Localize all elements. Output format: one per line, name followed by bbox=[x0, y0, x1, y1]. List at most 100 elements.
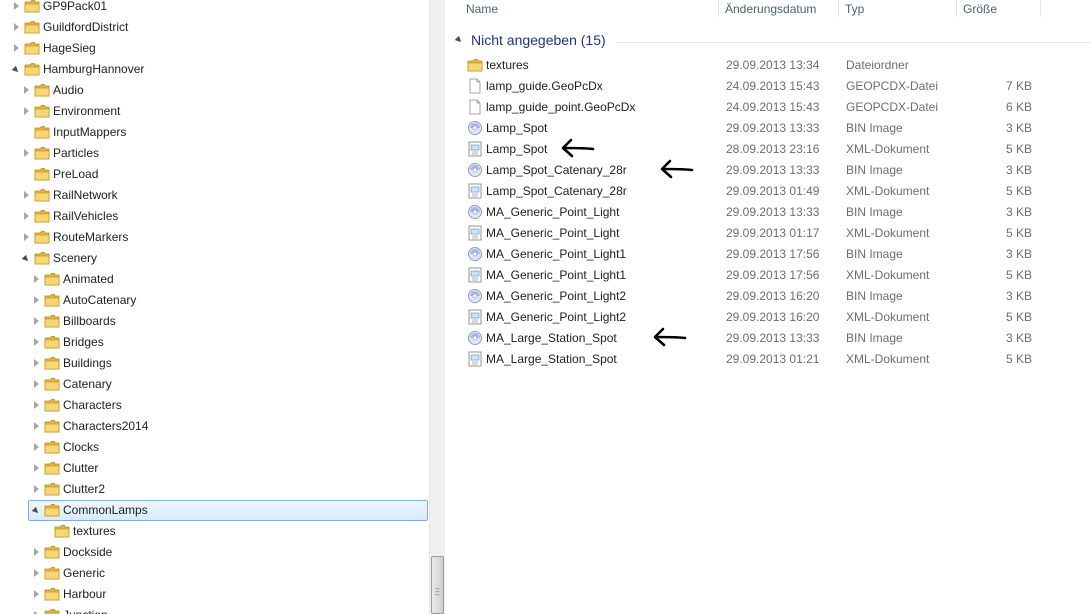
folder-icon bbox=[44, 397, 60, 413]
file-row[interactable]: MA_Generic_Point_Light1 29.09.2013 17:56 B… bbox=[446, 244, 1091, 265]
file-row[interactable]: lamp_guide_point.GeoPcDx 24.09.2013 15:43… bbox=[446, 97, 1091, 118]
file-name: MA_Generic_Point_Light1 bbox=[486, 268, 627, 282]
expand-closed-icon[interactable] bbox=[32, 296, 40, 304]
expand-closed-icon[interactable] bbox=[32, 380, 40, 388]
tree-item-characters2014[interactable]: Characters2014 bbox=[0, 416, 429, 437]
file-row[interactable]: Lamp_Spot_Catenary_28r 29.09.2013 13:33 BI… bbox=[446, 159, 1091, 181]
expand-closed-icon[interactable] bbox=[22, 149, 30, 157]
expand-closed-icon[interactable] bbox=[32, 317, 40, 325]
folder-icon bbox=[44, 586, 60, 602]
file-row[interactable]: MA_Generic_Point_Light2 29.09.2013 16:20 X… bbox=[446, 307, 1091, 328]
file-name: Lamp_Spot_Catenary_28r bbox=[486, 184, 627, 198]
tree-item-guildforddistrict[interactable]: GuildfordDistrict bbox=[0, 17, 429, 38]
file-row[interactable]: MA_Large_Station_Spot 29.09.2013 01:21 XML… bbox=[446, 349, 1091, 370]
scrollbar-thumb[interactable]: – – – bbox=[431, 556, 444, 614]
expand-closed-icon[interactable] bbox=[12, 23, 20, 31]
tree-item-dockside[interactable]: Dockside bbox=[0, 542, 429, 563]
xml-icon bbox=[467, 267, 483, 283]
file-row[interactable]: Lamp_Spot_Catenary_28r 29.09.2013 01:49 XM… bbox=[446, 181, 1091, 202]
expand-closed-icon[interactable] bbox=[32, 275, 40, 283]
tree-item-animated[interactable]: Animated bbox=[0, 269, 429, 290]
folder-icon bbox=[34, 145, 50, 161]
expand-closed-icon[interactable] bbox=[22, 107, 30, 115]
file-row[interactable]: Lamp_Spot 29.09.2013 13:33 BIN Image 3 KB bbox=[446, 118, 1091, 139]
expand-closed-icon[interactable] bbox=[32, 338, 40, 346]
tree-item-clutter2[interactable]: Clutter2 bbox=[0, 479, 429, 500]
expand-closed-icon[interactable] bbox=[32, 359, 40, 367]
column-header-size[interactable]: Größe bbox=[957, 0, 1041, 17]
tree-item-autocatenary[interactable]: AutoCatenary bbox=[0, 290, 429, 311]
expand-closed-icon[interactable] bbox=[32, 548, 40, 556]
tree-item-hamburghannover[interactable]: HamburgHannover bbox=[0, 59, 429, 80]
tree-item-routemarkers[interactable]: RouteMarkers bbox=[0, 227, 429, 248]
expand-closed-icon[interactable] bbox=[22, 212, 30, 220]
expand-open-icon[interactable] bbox=[32, 506, 40, 514]
tree-item-hagesieg[interactable]: HageSieg bbox=[0, 38, 429, 59]
tree-item-railvehicles[interactable]: RailVehicles bbox=[0, 206, 429, 227]
expand-closed-icon[interactable] bbox=[22, 86, 30, 94]
tree-item-commonlamps[interactable]: CommonLamps bbox=[0, 500, 429, 521]
tree-item-generic[interactable]: Generic bbox=[0, 563, 429, 584]
expand-open-icon[interactable] bbox=[22, 254, 30, 262]
tree-item-audio[interactable]: Audio bbox=[0, 80, 429, 101]
expand-closed-icon[interactable] bbox=[32, 464, 40, 472]
tree-item-harbour[interactable]: Harbour bbox=[0, 584, 429, 605]
tree-item-catenary[interactable]: Catenary bbox=[0, 374, 429, 395]
file-date: 28.09.2013 23:16 bbox=[726, 142, 820, 156]
tree-item-buildings[interactable]: Buildings bbox=[0, 353, 429, 374]
file-size: 5 KB bbox=[1005, 184, 1032, 198]
tree-item-railnetwork[interactable]: RailNetwork bbox=[0, 185, 429, 206]
tree-item-scenery[interactable]: Scenery bbox=[0, 248, 429, 269]
expand-closed-icon[interactable] bbox=[32, 422, 40, 430]
tree-item-textures[interactable]: textures bbox=[0, 521, 429, 542]
tree-item-clocks[interactable]: Clocks bbox=[0, 437, 429, 458]
file-row[interactable]: textures 29.09.2013 13:34 Dateiordner bbox=[446, 55, 1091, 76]
folder-icon bbox=[44, 544, 60, 560]
expand-closed-icon[interactable] bbox=[32, 485, 40, 493]
tree-item-environment[interactable]: Environment bbox=[0, 101, 429, 122]
expand-closed-icon[interactable] bbox=[12, 2, 20, 10]
file-row[interactable]: MA_Generic_Point_Light 29.09.2013 13:33 BI… bbox=[446, 202, 1091, 223]
folder-icon bbox=[44, 502, 60, 518]
tree-item-billboards[interactable]: Billboards bbox=[0, 311, 429, 332]
expand-closed-icon[interactable] bbox=[12, 44, 20, 52]
tree-item-bridges[interactable]: Bridges bbox=[0, 332, 429, 353]
tree-item-label: Particles bbox=[53, 146, 100, 160]
file-row[interactable]: MA_Generic_Point_Light1 29.09.2013 17:56 X… bbox=[446, 265, 1091, 286]
group-header[interactable]: Nicht angegeben (15) bbox=[454, 32, 606, 48]
expand-closed-icon[interactable] bbox=[22, 191, 30, 199]
file-row[interactable]: MA_Generic_Point_Light2 29.09.2013 16:20 B… bbox=[446, 286, 1091, 307]
file-row[interactable]: Lamp_Spot 28.09.2013 23:16 XML-Dokument 5 K… bbox=[446, 138, 1091, 160]
column-header-type[interactable]: Typ bbox=[839, 0, 957, 17]
expand-closed-icon[interactable] bbox=[32, 569, 40, 577]
expand-closed-icon[interactable] bbox=[22, 233, 30, 241]
file-size: 5 KB bbox=[1005, 352, 1032, 366]
tree-item-characters[interactable]: Characters bbox=[0, 395, 429, 416]
tree-item-particles[interactable]: Particles bbox=[0, 143, 429, 164]
expand-closed-icon[interactable] bbox=[32, 401, 40, 409]
file-name: Lamp_Spot bbox=[486, 142, 548, 156]
tree-scrollbar[interactable]: – – – bbox=[429, 0, 445, 614]
tree-item-gp9pack01[interactable]: GP9Pack01 bbox=[0, 0, 429, 17]
file-size: 3 KB bbox=[1005, 205, 1032, 219]
tree-item-label: textures bbox=[73, 524, 116, 538]
folder-icon bbox=[24, 19, 40, 35]
folder-icon bbox=[34, 250, 50, 266]
column-header-name[interactable]: Name bbox=[460, 0, 719, 17]
expand-closed-icon[interactable] bbox=[32, 590, 40, 598]
folder-icon bbox=[24, 61, 40, 77]
file-row[interactable]: lamp_guide.GeoPcDx 24.09.2013 15:43 GEOPCD… bbox=[446, 76, 1091, 97]
tree-item-preload[interactable]: PreLoad bbox=[0, 164, 429, 185]
tree-item-label: Dockside bbox=[63, 545, 113, 559]
file-row[interactable]: MA_Generic_Point_Light 29.09.2013 01:17 XM… bbox=[446, 223, 1091, 244]
file-row[interactable]: MA_Large_Station_Spot 29.09.2013 13:33 BIN… bbox=[446, 327, 1091, 349]
tree-item-junction[interactable]: Junction bbox=[0, 605, 429, 614]
folder-icon bbox=[44, 355, 60, 371]
column-size-label: Größe bbox=[963, 2, 998, 16]
tree-item-clutter[interactable]: Clutter bbox=[0, 458, 429, 479]
tree-item-inputmappers[interactable]: InputMappers bbox=[0, 122, 429, 143]
folder-icon bbox=[34, 229, 50, 245]
expand-open-icon[interactable] bbox=[12, 65, 20, 73]
column-header-date[interactable]: Änderungsdatum bbox=[719, 0, 839, 17]
expand-closed-icon[interactable] bbox=[32, 443, 40, 451]
